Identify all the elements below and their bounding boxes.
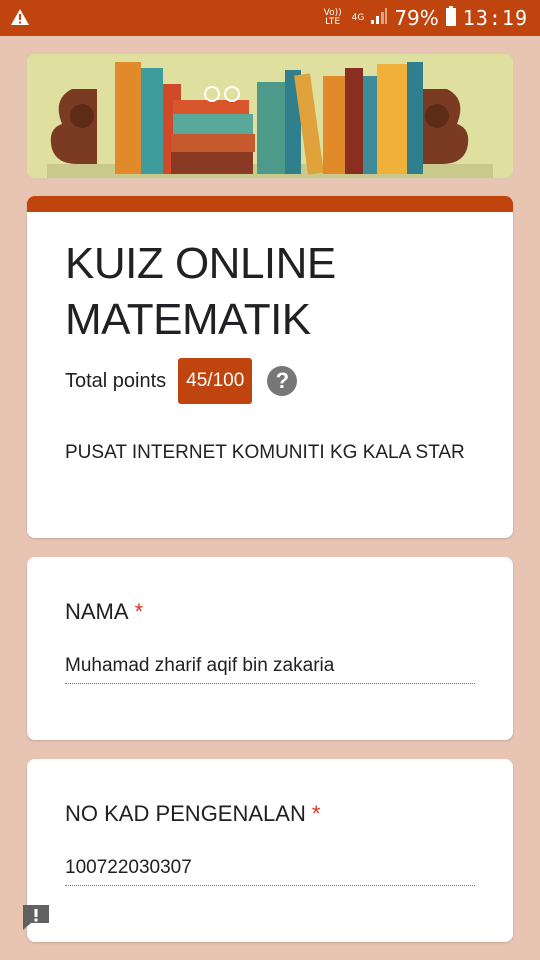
total-points-label: Total points (65, 369, 167, 392)
volte-indicator: Vo)) LTE (323, 8, 342, 27)
required-asterisk: * (311, 801, 321, 826)
clock: 13:19 (462, 6, 528, 30)
form-description: PUSAT INTERNET KOMUNITI KG KALA STAR (65, 442, 465, 463)
question-card-no-kad-pengenalan: NO KAD PENGENALAN * 100722030307 (27, 759, 513, 942)
battery-percent: 79% (394, 6, 439, 30)
answer-text-nama: Muhamad zharif aqif bin zakaria (65, 655, 475, 684)
question-card-nama: NAMA * Muhamad zharif aqif bin zakaria (27, 557, 513, 740)
answer-text-no-kad-pengenalan: 100722030307 (65, 857, 475, 886)
total-points-row: Total points 45/100 ? (65, 358, 298, 404)
status-bar: Vo)) LTE 4G 79% 13:19 (0, 0, 540, 36)
question-text: NAMA (65, 599, 129, 624)
report-feedback-icon[interactable] (21, 903, 51, 930)
header-banner-image (27, 54, 513, 178)
network-type-indicator: 4G (351, 12, 365, 23)
form-header-card: KUIZ ONLINE MATEMATIK Total points 45/10… (27, 196, 513, 538)
score-badge: 45/100 (178, 358, 253, 404)
form-title: KUIZ ONLINE MATEMATIK (65, 239, 336, 344)
signal-icon (370, 7, 388, 30)
battery-icon (445, 5, 457, 31)
question-text: NO KAD PENGENALAN (65, 801, 306, 826)
question-label: NO KAD PENGENALAN * (65, 801, 320, 827)
question-label: NAMA * (65, 599, 143, 625)
help-icon[interactable]: ? (267, 366, 298, 396)
warning-icon (10, 8, 30, 31)
required-asterisk: * (134, 599, 144, 624)
